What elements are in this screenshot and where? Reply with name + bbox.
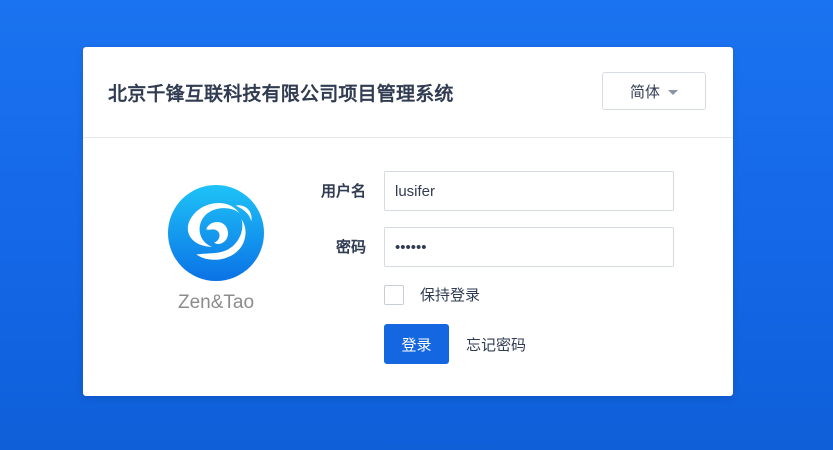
language-dropdown[interactable]: 简体 <box>602 72 706 110</box>
caret-down-icon <box>668 89 678 95</box>
username-input[interactable] <box>384 171 674 211</box>
password-input[interactable] <box>384 227 674 267</box>
zentao-logo-icon <box>167 184 265 282</box>
forgot-password-link[interactable]: 忘记密码 <box>466 334 526 355</box>
login-panel: 北京千锋互联科技有限公司项目管理系统 简体 Zen&Tao 用户名 密码 <box>83 47 733 396</box>
username-label: 用户名 <box>320 182 366 200</box>
password-label: 密码 <box>335 238 366 256</box>
logo: Zen&Tao <box>167 184 265 314</box>
keep-login-checkbox[interactable] <box>384 284 404 305</box>
language-label: 简体 <box>629 82 660 101</box>
panel-header: 北京千锋互联科技有限公司项目管理系统 简体 <box>83 47 733 138</box>
keep-login-label[interactable]: 保持登录 <box>420 284 480 305</box>
page-title: 北京千锋互联科技有限公司项目管理系统 <box>108 83 454 105</box>
keep-login-row: 保持登录 <box>384 284 480 305</box>
logo-text: Zen&Tao <box>177 292 255 313</box>
login-button[interactable]: 登录 <box>384 324 449 364</box>
